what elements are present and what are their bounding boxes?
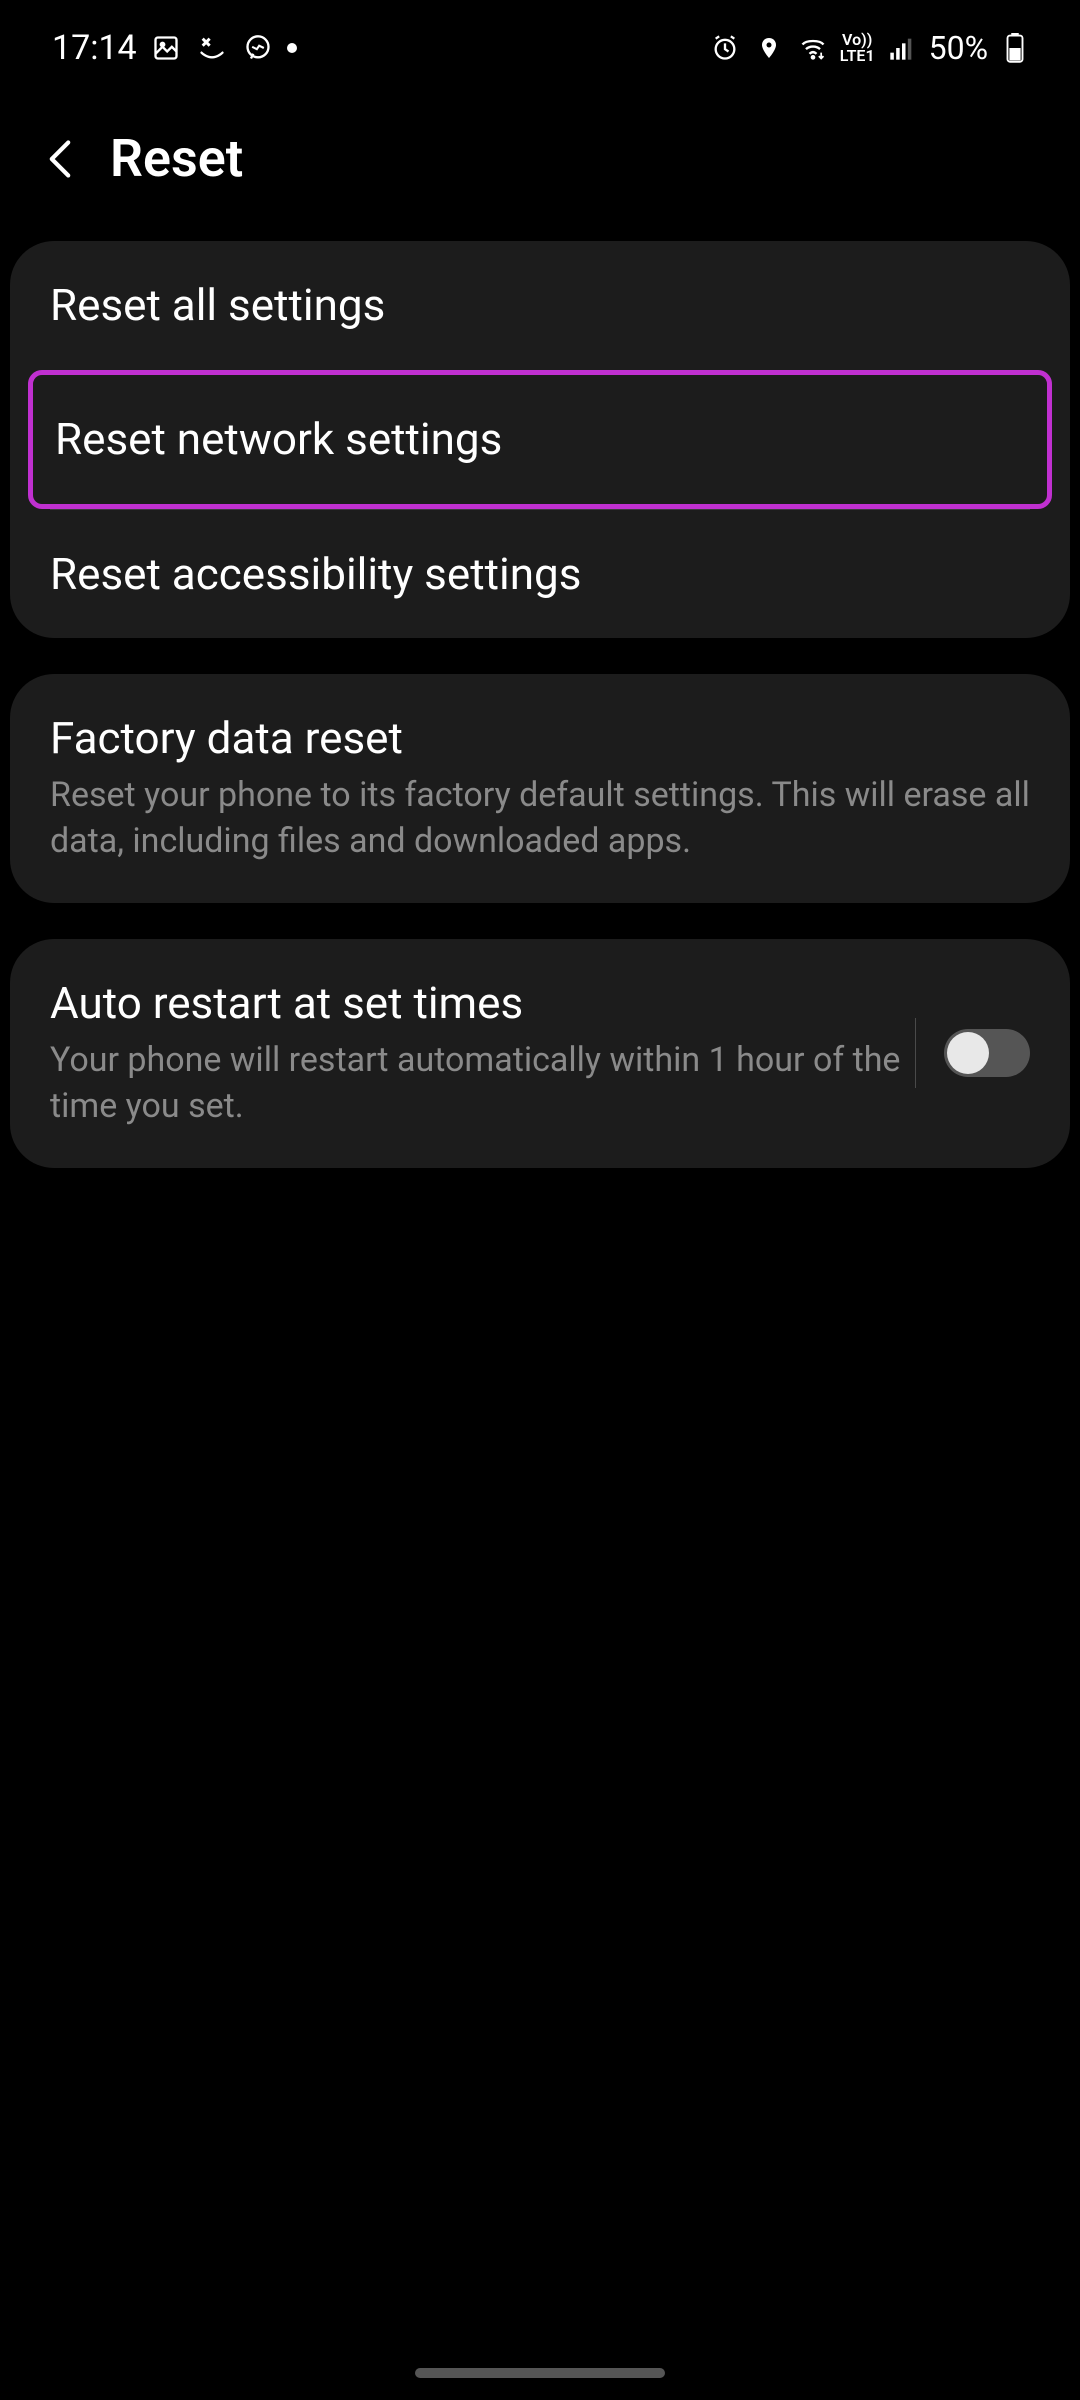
reset-network-settings-item[interactable]: Reset network settings (28, 370, 1052, 509)
alarm-icon (708, 31, 742, 65)
reset-all-settings-item[interactable]: Reset all settings (10, 241, 1070, 370)
notification-dot-icon (287, 43, 297, 53)
gallery-icon (149, 31, 183, 65)
auto-restart-card: Auto restart at set times Your phone wil… (10, 939, 1070, 1168)
reset-accessibility-settings-item[interactable]: Reset accessibility settings (10, 510, 1070, 639)
back-button[interactable] (40, 139, 80, 179)
list-item-subtitle: Your phone will restart automatically wi… (50, 1038, 905, 1130)
status-right: Vo)) LTE1 50% (708, 29, 1032, 67)
toggle-knob (947, 1032, 989, 1074)
signal-icon (885, 31, 919, 65)
list-item-subtitle: Reset your phone to its factory default … (50, 773, 1030, 865)
status-left: 17:14 (52, 28, 297, 68)
battery-percent: 50% (929, 29, 988, 67)
list-item-label: Reset network settings (55, 413, 1025, 466)
toggle-item-text: Auto restart at set times Your phone wil… (50, 977, 905, 1130)
factory-data-reset-item[interactable]: Factory data reset Reset your phone to i… (10, 674, 1070, 903)
missed-call-icon (195, 31, 229, 65)
battery-icon (998, 31, 1032, 65)
list-item-label: Factory data reset (50, 712, 1030, 765)
content-area: Reset all settings Reset network setting… (0, 221, 1080, 1224)
auto-restart-toggle[interactable] (944, 1029, 1030, 1077)
toggle-separator (915, 1018, 916, 1088)
location-icon (752, 31, 786, 65)
status-bar: 17:14 (0, 0, 1080, 80)
network-type-icon: Vo)) LTE1 (840, 32, 875, 64)
reset-options-card: Reset all settings Reset network setting… (10, 241, 1070, 638)
app-header: Reset (0, 80, 1080, 221)
list-item-label: Reset accessibility settings (50, 548, 1030, 601)
page-title: Reset (110, 128, 243, 189)
chevron-left-icon (45, 137, 75, 181)
list-item-label: Reset all settings (50, 279, 1030, 332)
auto-restart-item[interactable]: Auto restart at set times Your phone wil… (10, 939, 1070, 1168)
status-time: 17:14 (52, 28, 137, 68)
factory-reset-card: Factory data reset Reset your phone to i… (10, 674, 1070, 903)
list-item-label: Auto restart at set times (50, 977, 905, 1030)
messenger-icon (241, 31, 275, 65)
navigation-handle[interactable] (415, 2368, 665, 2378)
wifi-icon (796, 31, 830, 65)
